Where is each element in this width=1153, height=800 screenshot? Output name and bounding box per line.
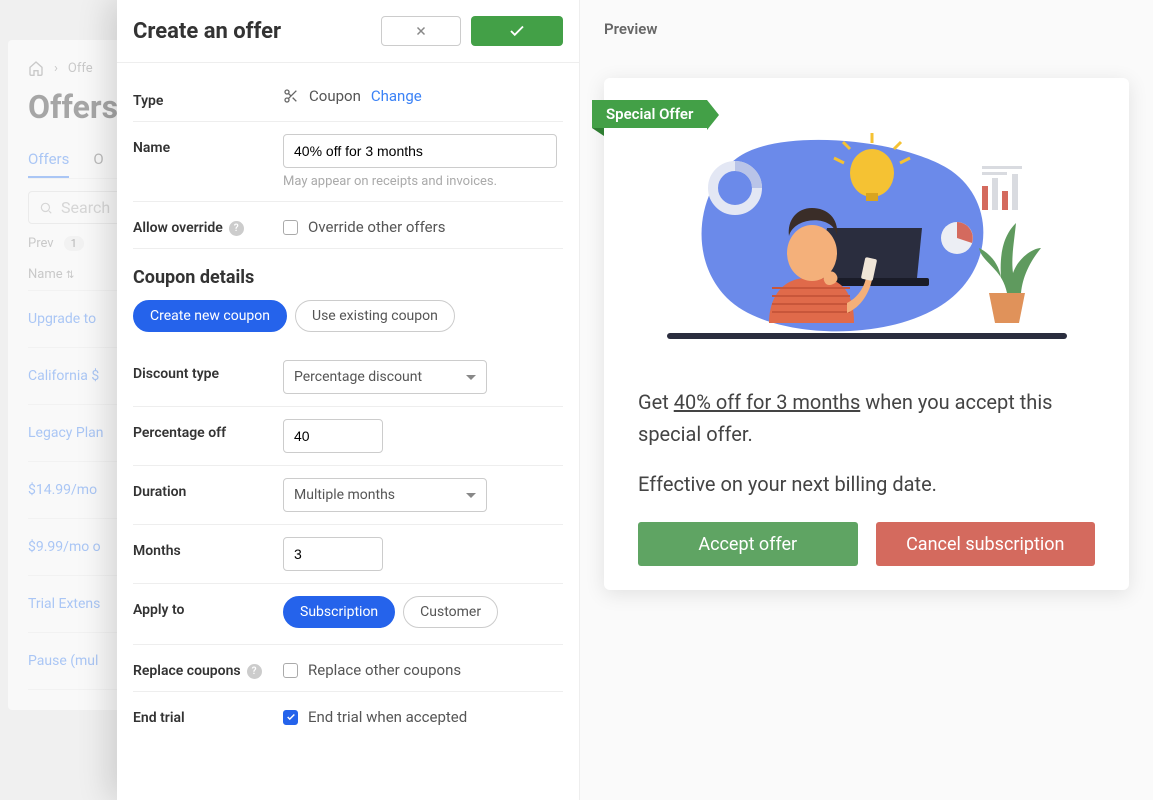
chevron-down-icon <box>466 375 476 380</box>
end-trial-checkbox[interactable] <box>283 710 298 725</box>
preview-card: Special Offer <box>604 78 1129 590</box>
replace-coupons-checkbox[interactable] <box>283 663 298 678</box>
preview-line-1: Get 40% off for 3 months when you accept… <box>638 386 1095 450</box>
override-text: Override other offers <box>308 218 445 236</box>
coupon-details-heading: Coupon details <box>133 249 563 300</box>
tab-other[interactable]: O <box>93 142 103 178</box>
replace-coupons-text: Replace other coupons <box>308 661 461 679</box>
replace-coupons-label: Replace coupons ? <box>133 657 283 679</box>
duration-label: Duration <box>133 478 283 500</box>
chevron-down-icon <box>466 493 476 498</box>
search-placeholder: Search <box>61 198 110 217</box>
discount-type-label: Discount type <box>133 360 283 382</box>
accept-offer-button[interactable]: Accept offer <box>638 522 858 566</box>
cancel-button[interactable] <box>381 16 461 46</box>
help-icon[interactable]: ? <box>229 221 244 236</box>
check-icon <box>286 712 296 722</box>
scissors-icon <box>283 88 299 104</box>
preview-panel: Preview Special Offer <box>580 0 1153 800</box>
preview-heading: Preview <box>604 20 1129 38</box>
pill-customer[interactable]: Customer <box>403 596 498 628</box>
months-label: Months <box>133 537 283 559</box>
months-input[interactable] <box>283 537 383 571</box>
override-label: Allow override ? <box>133 214 283 236</box>
breadcrumb-item: Offe <box>68 61 93 76</box>
name-hint: May appear on receipts and invoices. <box>283 174 563 189</box>
percentage-label: Percentage off <box>133 419 283 441</box>
home-icon <box>28 60 44 76</box>
search-icon <box>39 201 53 215</box>
check-icon <box>508 22 526 40</box>
override-checkbox[interactable] <box>283 220 298 235</box>
name-input[interactable] <box>283 134 557 168</box>
breadcrumb-sep: › <box>54 61 58 76</box>
duration-value: Multiple months <box>294 487 395 503</box>
type-label: Type <box>133 87 283 109</box>
pill-create-coupon[interactable]: Create new coupon <box>133 300 287 332</box>
discount-type-value: Percentage discount <box>294 369 422 385</box>
duration-select[interactable]: Multiple months <box>283 478 487 512</box>
special-offer-ribbon: Special Offer <box>592 100 707 128</box>
cancel-subscription-button[interactable]: Cancel subscription <box>876 522 1096 566</box>
preview-illustration <box>638 128 1095 358</box>
drawer-form-panel: Create an offer Type Coupon Change <box>117 0 580 800</box>
preview-line-2: Effective on your next billing date. <box>638 468 1095 500</box>
help-icon[interactable]: ? <box>247 664 262 679</box>
tab-offers[interactable]: Offers <box>28 142 69 178</box>
pill-subscription[interactable]: Subscription <box>283 596 395 628</box>
drawer-title: Create an offer <box>133 19 281 44</box>
end-trial-label: End trial <box>133 704 283 726</box>
type-value: Coupon <box>309 87 361 105</box>
change-type-link[interactable]: Change <box>371 87 422 105</box>
end-trial-text: End trial when accepted <box>308 708 467 726</box>
pager-page: 1 <box>64 236 84 251</box>
pill-existing-coupon[interactable]: Use existing coupon <box>295 300 455 332</box>
name-label: Name <box>133 134 283 156</box>
discount-type-select[interactable]: Percentage discount <box>283 360 487 394</box>
create-offer-drawer: Create an offer Type Coupon Change <box>117 0 1153 800</box>
close-icon <box>414 24 428 38</box>
percentage-input[interactable] <box>283 419 383 453</box>
pager-prev[interactable]: Prev <box>28 236 54 251</box>
apply-to-label: Apply to <box>133 596 283 618</box>
save-button[interactable] <box>471 16 563 46</box>
